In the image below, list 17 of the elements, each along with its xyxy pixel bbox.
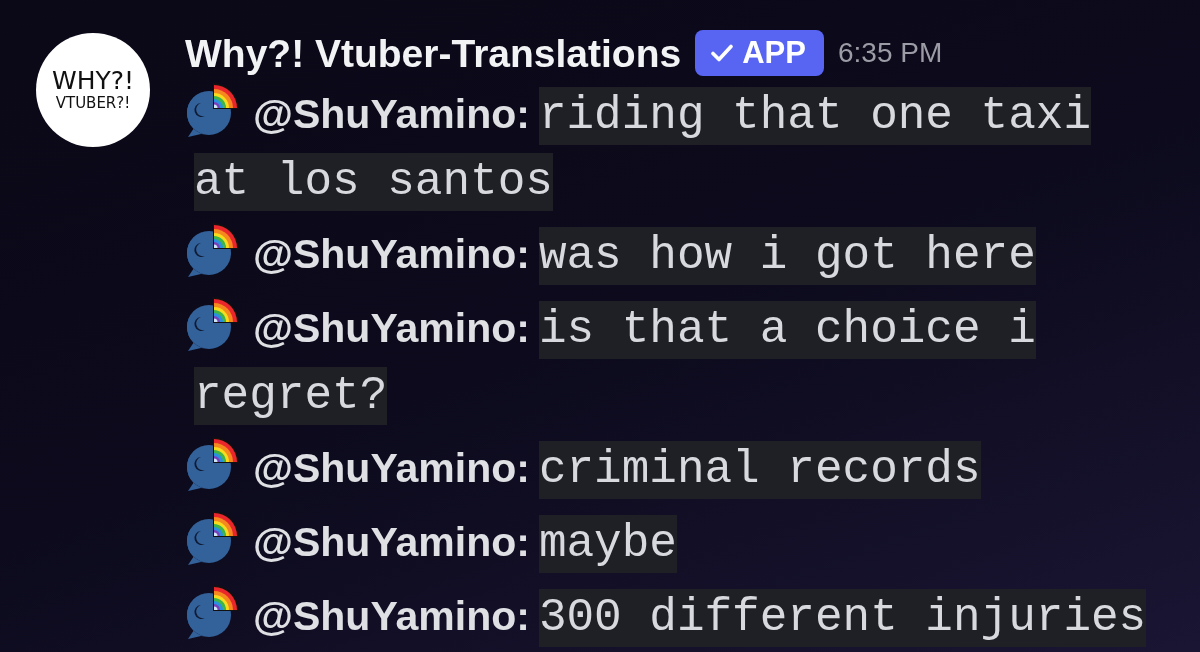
checkmark-icon: [711, 44, 734, 62]
timestamp: 6:35 PM: [837, 37, 943, 69]
app-badge: APP: [695, 30, 824, 76]
avatar-logo[interactable]: WHY?! VTUBER?!: [36, 33, 150, 147]
message-text: 300 different injuries: [538, 589, 1147, 647]
speaker-name: @ShuYamino:: [253, 91, 530, 137]
author-name[interactable]: Why?! Vtuber-Translations: [185, 33, 682, 73]
speaker-name: @ShuYamino:: [253, 593, 530, 639]
speaker-name: @ShuYamino:: [253, 305, 530, 351]
message-text: maybe: [538, 515, 677, 573]
message-text: was how i got here: [538, 227, 1036, 285]
avatar-text: WHY?!: [51, 66, 135, 94]
speaker-name: @ShuYamino:: [253, 445, 530, 491]
avatar-text: VTUBER?!: [55, 94, 131, 114]
speaker-name: @ShuYamino:: [253, 231, 530, 277]
message-text: criminal records: [538, 441, 981, 499]
speaker-name: @ShuYamino:: [253, 519, 530, 565]
